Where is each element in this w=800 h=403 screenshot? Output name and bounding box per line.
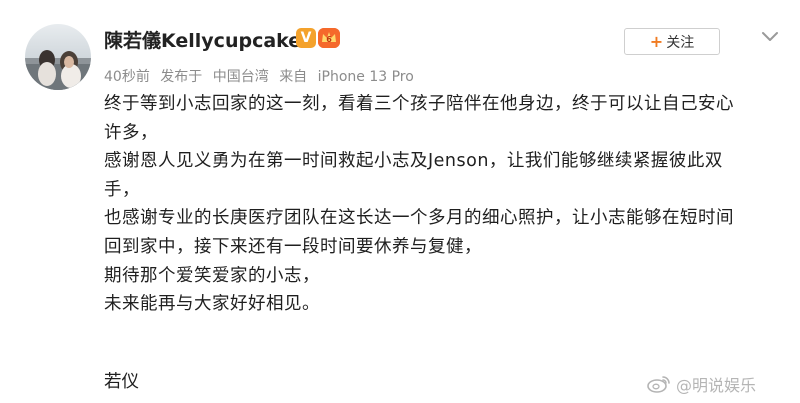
- watermark-text: @明说娱乐: [676, 376, 757, 395]
- follow-label: 关注: [666, 34, 695, 51]
- content-line: 期待那个爱笑爱家的小志，: [104, 265, 320, 286]
- author-name[interactable]: 陳若儀Kellycupcake: [104, 26, 301, 53]
- avatar[interactable]: [25, 24, 91, 90]
- content-line: 许多，: [104, 122, 158, 143]
- content-line: 终于等到小志回家的这一刻，看着三个孩子陪伴在他身边，终于可以让自己安心: [104, 94, 734, 114]
- chevron-down-icon[interactable]: [757, 26, 783, 46]
- author-badges: V 6: [296, 28, 340, 48]
- content-line: 也感谢专业的长庚医疗团队在这长达一个多月的细心照护，让小志能够在短时间: [104, 208, 734, 229]
- post-time[interactable]: 40秒前: [104, 69, 150, 85]
- post-signature: 若仪: [104, 372, 139, 392]
- post-meta: 40秒前 发布于 中国台湾 来自 iPhone 13 Pro: [104, 66, 420, 86]
- follow-button[interactable]: + 关注: [624, 28, 720, 55]
- content-line: 回到家中，接下来还有一段时间要休养与复健，: [104, 236, 482, 257]
- content-line: 手，: [104, 179, 140, 200]
- content-line: 感谢恩人见义勇为在第一时间救起小志及Jenson，让我们能够继续紧握彼此双: [104, 151, 723, 172]
- level-crown-icon: 6: [318, 28, 340, 48]
- level-badge-number: 6: [326, 35, 332, 44]
- post-content: 终于等到小志回家的这一刻，看着三个孩子陪伴在他身边，终于可以让自己安心 许多， …: [104, 90, 772, 319]
- source-label: 来自: [279, 69, 308, 85]
- watermark: @明说娱乐: [646, 372, 756, 396]
- post-location: 中国台湾: [212, 69, 269, 85]
- weibo-logo-icon: [647, 376, 670, 393]
- content-line: 未来能再与大家好好相见。: [104, 294, 320, 315]
- vip-badge[interactable]: V: [296, 28, 316, 48]
- weibo-post: 陳若儀Kellycupcake V 6 40秒前 发布于 中国台湾 来自 iPh…: [0, 0, 800, 403]
- location-label: 发布于: [160, 69, 203, 85]
- post-device[interactable]: iPhone 13 Pro: [318, 69, 414, 85]
- plus-icon: +: [649, 31, 664, 51]
- level-badge[interactable]: 6: [318, 28, 340, 48]
- avatar-image: [25, 24, 91, 90]
